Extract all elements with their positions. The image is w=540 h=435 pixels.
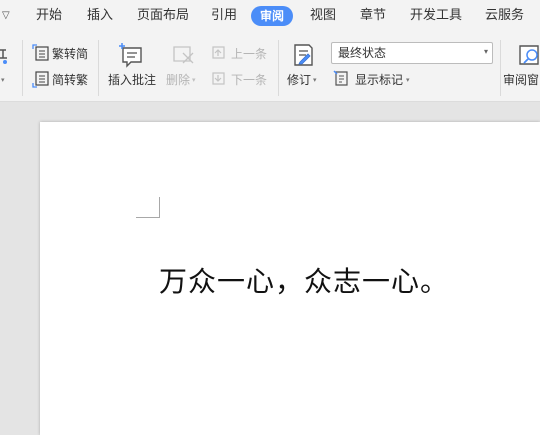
insert-comment-icon bbox=[119, 43, 142, 68]
separator bbox=[500, 40, 501, 96]
tab-view[interactable]: 视图 bbox=[310, 0, 336, 32]
next-comment-icon bbox=[212, 72, 225, 85]
chevron-down-icon[interactable]: ▾ bbox=[1, 72, 5, 88]
tab-review[interactable]: 审阅 bbox=[251, 6, 294, 26]
delete-comment-icon bbox=[173, 46, 194, 64]
insert-comment-label: 插入批注 bbox=[108, 73, 157, 87]
spell-check-icon[interactable] bbox=[0, 46, 10, 66]
simp-to-trad-label: 简转繁 bbox=[52, 73, 89, 87]
track-changes-icon bbox=[294, 44, 313, 66]
document-workspace: 万众一心，众志一心。 bbox=[0, 103, 540, 435]
review-pane-label: 审阅窗 bbox=[503, 73, 540, 87]
document-page[interactable]: 万众一心，众志一心。 bbox=[40, 122, 540, 435]
review-pane-icon bbox=[519, 45, 539, 65]
trad-to-simp-label: 繁转简 bbox=[52, 47, 89, 61]
chevron-down-icon[interactable]: ▽ bbox=[2, 0, 10, 32]
separator bbox=[22, 40, 23, 96]
delete-label: 删除 bbox=[166, 73, 191, 87]
show-markup-label: 显示标记 bbox=[355, 73, 404, 87]
chevron-down-icon: ▾ bbox=[192, 76, 196, 84]
display-status-value: 最终状态 bbox=[338, 46, 387, 60]
margin-corner-mark bbox=[136, 197, 160, 218]
tab-developer-tools[interactable]: 开发工具 bbox=[410, 0, 462, 32]
separator bbox=[278, 40, 279, 96]
tab-cloud-service[interactable]: 云服务 bbox=[485, 0, 524, 32]
ribbon-tab-bar: ▽ 开始 插入 页面布局 引用 审阅 视图 章节 开发工具 云服务 bbox=[0, 0, 540, 32]
simp-to-trad-icon bbox=[32, 71, 49, 88]
tab-references[interactable]: 引用 bbox=[211, 0, 237, 32]
display-status-select[interactable]: 最终状态 ▾ bbox=[331, 42, 493, 64]
tab-page-layout[interactable]: 页面布局 bbox=[137, 0, 189, 32]
document-body-text[interactable]: 万众一心，众志一心。 bbox=[159, 260, 449, 300]
tab-section[interactable]: 章节 bbox=[360, 0, 386, 32]
review-ribbon: ▾ 繁转简 简转繁 插入批注 删除 ▾ 上一条 下一条 修订 ▾ 最终状态 ▾ … bbox=[0, 32, 540, 102]
next-comment-label: 下一条 bbox=[231, 73, 268, 87]
separator bbox=[98, 40, 99, 96]
trad-to-simp-icon bbox=[32, 44, 49, 61]
chevron-down-icon: ▾ bbox=[483, 47, 488, 56]
tab-home[interactable]: 开始 bbox=[36, 0, 62, 32]
previous-comment-icon bbox=[212, 46, 225, 59]
show-markup-icon bbox=[333, 70, 348, 86]
track-changes-label: 修订 bbox=[287, 73, 312, 87]
previous-comment-label: 上一条 bbox=[231, 47, 268, 61]
tab-insert[interactable]: 插入 bbox=[87, 0, 113, 32]
chevron-down-icon: ▾ bbox=[313, 76, 317, 84]
chevron-down-icon: ▾ bbox=[406, 76, 410, 84]
